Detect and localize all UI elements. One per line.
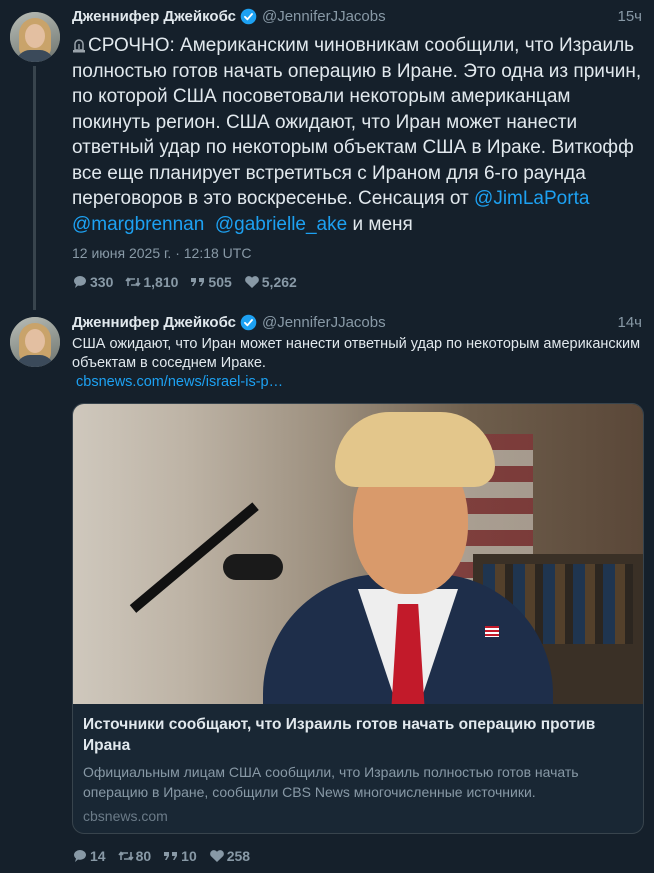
reply-count: 330	[90, 274, 114, 290]
tweet-text: СРОЧНО: Американским чиновникам сообщили…	[72, 33, 642, 237]
like-button[interactable]: 5,262	[244, 274, 297, 290]
like-icon	[209, 850, 224, 862]
like-button[interactable]: 258	[209, 848, 250, 864]
retweet-icon	[125, 277, 141, 287]
verified-badge-icon	[240, 8, 257, 25]
card-description: Официальным лицам США сообщили, что Изра…	[83, 764, 579, 800]
link-preview-card[interactable]: Источники сообщают, что Израиль готов на…	[72, 403, 644, 834]
mention-gabrielle-ake[interactable]: @gabrielle_ake	[215, 214, 347, 235]
like-count: 5,262	[261, 274, 297, 290]
reply-button[interactable]: 14	[72, 848, 106, 864]
mention-jimlaporta[interactable]: @JimLaPorta	[474, 188, 589, 209]
tweet-time[interactable]: 14ч	[618, 314, 643, 331]
tweet-text-main: США ожидают, что Иран может нанести отве…	[72, 336, 641, 371]
alarm-icon	[73, 39, 85, 53]
tweet-actions: 330 1,810 505 5,262	[72, 274, 642, 290]
reply-icon	[74, 850, 86, 862]
tweet-time[interactable]: 15ч	[618, 8, 643, 25]
reply-icon	[74, 276, 86, 288]
thread-line	[33, 66, 36, 310]
card-title[interactable]: Источники сообщают, что Израиль готов на…	[83, 714, 633, 756]
mention-margbrennan[interactable]: @margbrennan	[72, 214, 204, 235]
quote-button[interactable]: 505	[190, 274, 232, 290]
author-name[interactable]: Дженнифер Джейкобс	[72, 8, 236, 25]
card-domain: cbsnews.com	[83, 808, 168, 824]
retweet-count: 80	[135, 848, 152, 864]
author-handle[interactable]: @JenniferJJacobs	[262, 8, 386, 25]
like-icon	[244, 276, 259, 288]
article-image	[73, 404, 643, 704]
retweet-count: 1,810	[143, 274, 179, 290]
article-link[interactable]: cbsnews.com/news/israel-is-p…	[72, 373, 642, 392]
like-count: 258	[226, 848, 251, 864]
tweet-header: Дженнифер Джейкобс @JenniferJJacobs	[72, 314, 642, 331]
retweet-icon	[117, 851, 134, 861]
quote-count: 505	[208, 274, 232, 290]
tweet-text-tail: и меня	[352, 213, 413, 235]
author-name[interactable]: Дженнифер Джейкобс	[72, 314, 236, 331]
quote-button[interactable]: 10	[163, 848, 197, 864]
tweet-actions: 14 80 10 258	[72, 848, 250, 864]
author-handle[interactable]: @JenniferJJacobs	[262, 314, 386, 331]
reply-button[interactable]: 330	[72, 274, 113, 290]
tweet-text: США ожидают, что Иран может нанести отве…	[72, 335, 642, 392]
reply-count: 14	[90, 848, 106, 864]
tweet-text-main: СРОЧНО: Американским чиновникам сообщили…	[72, 35, 642, 209]
quote-icon	[164, 852, 178, 860]
avatar[interactable]	[10, 12, 60, 62]
verified-badge-icon	[240, 314, 257, 331]
avatar[interactable]	[10, 317, 60, 367]
retweet-button[interactable]: 1,810	[125, 274, 178, 290]
retweet-button[interactable]: 80	[117, 848, 152, 864]
quote-icon	[191, 278, 205, 286]
tweet-header: Дженнифер Джейкобс @JenniferJJacobs	[72, 8, 642, 25]
quote-count: 10	[181, 848, 197, 864]
tweet-date[interactable]: 12 июня 2025 г. · 12:18 UTC	[72, 245, 642, 261]
